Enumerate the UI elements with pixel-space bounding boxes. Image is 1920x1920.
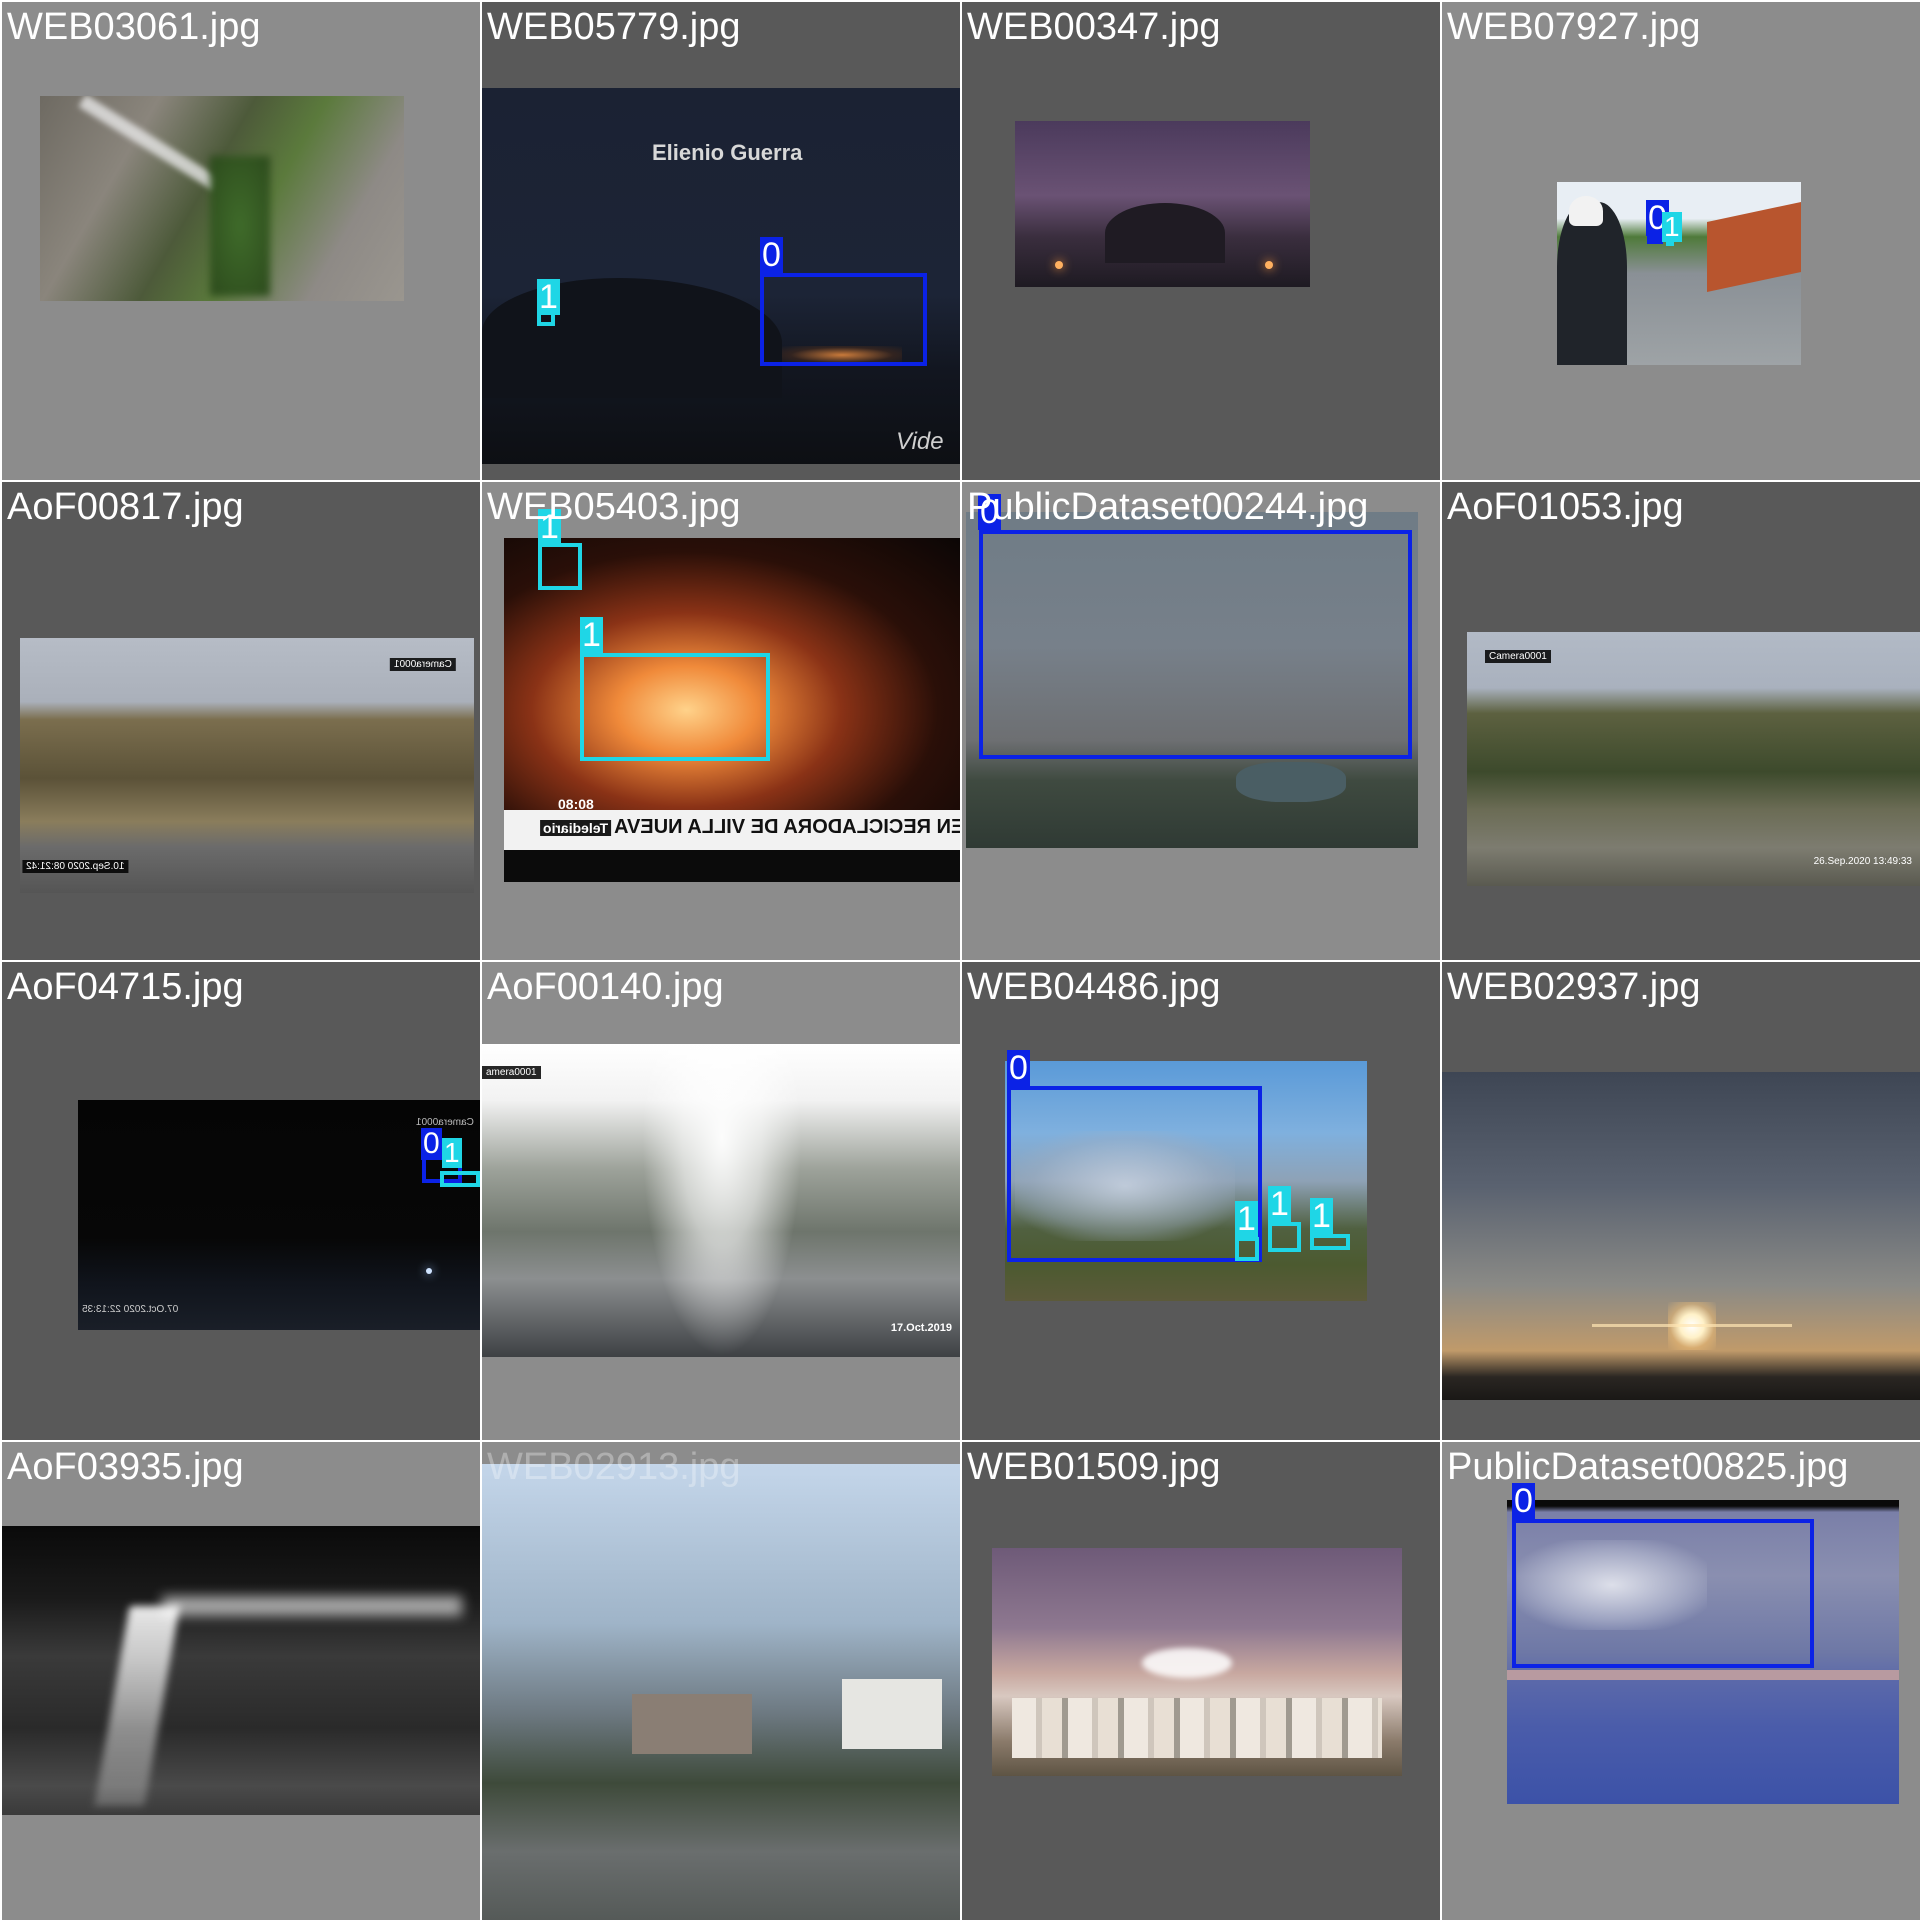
- bbox-label-class-1: 1: [1662, 211, 1682, 242]
- filename-label: AoF03935.jpg: [7, 1446, 244, 1488]
- filename-label: PublicDataset00825.jpg: [1447, 1446, 1849, 1488]
- news-ticker: INCENDIO EN RECICLADORA DE VILLA NUEVA: [614, 816, 960, 838]
- filename-label: WEB02913.jpg: [487, 1446, 741, 1488]
- bbox-class-0: [1512, 1519, 1814, 1668]
- bbox-class-0: [760, 273, 927, 366]
- photo-waterfall-cliff: [40, 96, 404, 301]
- image-grid: WEB03061.jpg WEB05779.jpg Elienio Guerra…: [0, 0, 1920, 1920]
- bbox-label-class-1: 1: [1268, 1185, 1291, 1223]
- filename-label: AoF01053.jpg: [1447, 486, 1684, 528]
- tile-aof01053: AoF01053.jpg Camera0001 26.Sep.2020 13:4…: [1442, 482, 1920, 960]
- filename-label: AoF00817.jpg: [7, 486, 244, 528]
- bbox-class-0: [1007, 1086, 1262, 1262]
- tile-web02913: WEB02913.jpg: [482, 1442, 960, 1920]
- bbox-label-class-0: 0: [1007, 1049, 1030, 1087]
- tile-web04486: WEB04486.jpg 0 1 1 1: [962, 962, 1440, 1440]
- timestamp: 10.Sep.2020 08:21:42: [22, 860, 129, 873]
- tile-web05403: WEB05403.jpg INCENDIO EN RECICLADORA DE …: [482, 482, 960, 960]
- photo-glare-parking: amera0001 17.Oct.2019: [482, 1044, 960, 1357]
- video-watermark: Vide: [896, 428, 944, 455]
- filename-label: WEB00347.jpg: [967, 6, 1221, 48]
- bbox-class-1: [538, 543, 582, 590]
- tile-aof03935: AoF03935.jpg: [2, 1442, 480, 1920]
- tile-web07927: WEB07927.jpg 0 1: [1442, 2, 1920, 480]
- video-caption: Elienio Guerra: [652, 140, 803, 165]
- bbox-class-1: [1310, 1234, 1350, 1250]
- timestamp: 26.Sep.2020 13:49:33: [1813, 856, 1912, 867]
- filename-label: PublicDataset00244.jpg: [967, 486, 1369, 528]
- filename-label: WEB02937.jpg: [1447, 966, 1701, 1008]
- bbox-label-class-1: 1: [580, 616, 603, 654]
- tile-publicdataset00825: PublicDataset00825.jpg 0: [1442, 1442, 1920, 1920]
- filename-label: WEB04486.jpg: [967, 966, 1221, 1008]
- filename-label: WEB03061.jpg: [7, 6, 261, 48]
- bbox-class-1: [580, 653, 770, 761]
- photo-dusk-city: [1015, 121, 1310, 287]
- bbox-label-class-1: 1: [537, 278, 560, 316]
- camera-label: amera0001: [482, 1066, 541, 1079]
- photo-hills-parking: Camera0001 10.Sep.2020 08:21:42: [20, 638, 474, 893]
- timestamp: 07.Oct.2020 22:13:35: [82, 1304, 179, 1315]
- photo-green-hills: Camera0001 26.Sep.2020 13:49:33: [1467, 632, 1920, 886]
- filename-label: WEB01509.jpg: [967, 1446, 1221, 1488]
- photo-night-camera: Camera0001 07.Oct.2020 22:13:35: [78, 1100, 480, 1330]
- photo-city-buildings: [992, 1548, 1402, 1776]
- tile-web03061: WEB03061.jpg: [2, 2, 480, 480]
- tile-web05779: WEB05779.jpg Elienio Guerra Vide 0 1: [482, 2, 960, 480]
- photo-sunset-sky: [1442, 1072, 1920, 1400]
- tile-web00347: WEB00347.jpg: [962, 2, 1440, 480]
- bbox-class-0: [979, 530, 1412, 759]
- photo-firefighter-road: [1557, 182, 1801, 365]
- news-brand: Telediario: [540, 820, 612, 836]
- tile-web02937: WEB02937.jpg: [1442, 962, 1920, 1440]
- bbox-label-class-1: 1: [1235, 1200, 1258, 1238]
- bbox-class-1: [1235, 1237, 1259, 1261]
- filename-label: WEB05403.jpg: [487, 486, 741, 528]
- bbox-class-1: [440, 1171, 480, 1187]
- tile-publicdataset00244: PublicDataset00244.jpg 0: [962, 482, 1440, 960]
- photo-rainy-street: [482, 1464, 960, 1920]
- filename-label: WEB07927.jpg: [1447, 6, 1701, 48]
- news-time: 08:08: [558, 796, 594, 812]
- camera-label: Camera0001: [390, 658, 456, 671]
- tile-aof04715: AoF04715.jpg Camera0001 07.Oct.2020 22:1…: [2, 962, 480, 1440]
- camera-label: Camera0001: [1485, 650, 1551, 663]
- filename-label: AoF00140.jpg: [487, 966, 724, 1008]
- tile-aof00817: AoF00817.jpg Camera0001 10.Sep.2020 08:2…: [2, 482, 480, 960]
- tile-web01509: WEB01509.jpg: [962, 1442, 1440, 1920]
- filename-label: WEB05779.jpg: [487, 6, 741, 48]
- bbox-label-class-0: 0: [760, 236, 783, 274]
- bbox-label-class-1: 1: [442, 1137, 462, 1168]
- bbox-label-class-1: 1: [1310, 1197, 1333, 1235]
- bbox-class-1: [1268, 1222, 1301, 1252]
- bbox-label-class-0: 0: [421, 1127, 442, 1160]
- filename-label: AoF04715.jpg: [7, 966, 244, 1008]
- timestamp: 17.Oct.2019: [890, 1322, 952, 1334]
- bbox-class-0: [1647, 236, 1663, 244]
- photo-night-grayscale: [2, 1526, 480, 1815]
- tile-aof00140: AoF00140.jpg amera0001 17.Oct.2019: [482, 962, 960, 1440]
